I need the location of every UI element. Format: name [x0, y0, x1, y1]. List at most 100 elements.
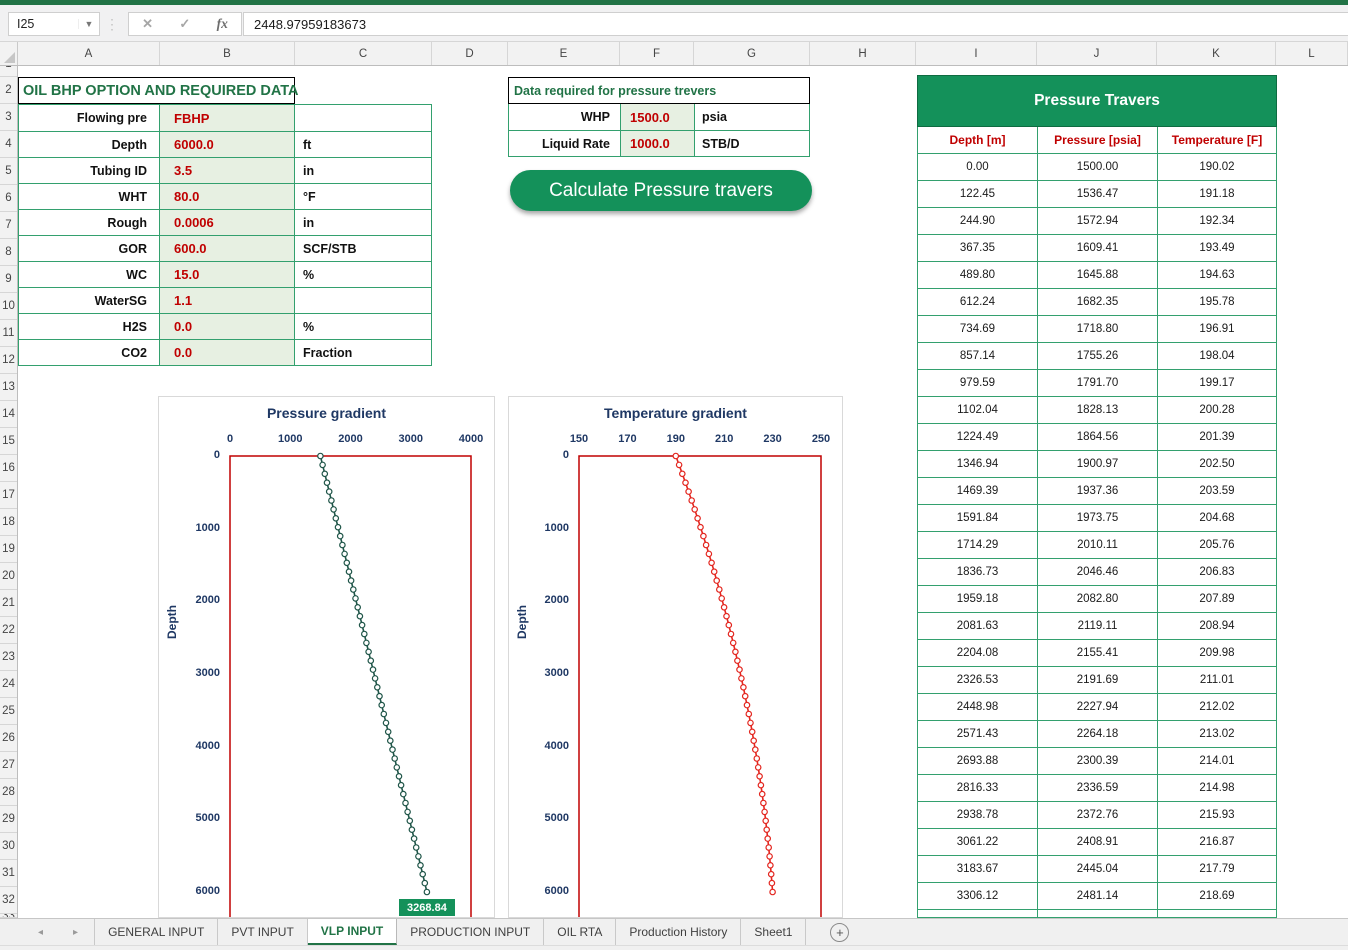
- unit-cell[interactable]: °F: [295, 184, 431, 209]
- column-header-B[interactable]: B: [160, 42, 295, 65]
- table-cell[interactable]: 1469.39: [918, 478, 1038, 504]
- table-cell[interactable]: 192.34: [1158, 208, 1276, 234]
- label-cell[interactable]: WC: [19, 262, 160, 287]
- table-cell[interactable]: 1682.35: [1038, 289, 1158, 315]
- table-cell[interactable]: 196.91: [1158, 316, 1276, 342]
- select-all-button[interactable]: [0, 42, 18, 65]
- table-cell[interactable]: 3183.67: [918, 856, 1038, 882]
- row-header-17[interactable]: 17: [0, 482, 17, 509]
- value-cell[interactable]: 1500.0: [621, 104, 695, 130]
- table-cell[interactable]: 194.63: [1158, 262, 1276, 288]
- table-cell[interactable]: 2693.88: [918, 748, 1038, 774]
- column-header-H[interactable]: H: [810, 42, 916, 65]
- sheet-tab-vlp-input[interactable]: VLP INPUT: [307, 919, 398, 945]
- unit-cell[interactable]: STB/D: [695, 131, 809, 156]
- tab-scroll-left-icon[interactable]: ◂: [38, 927, 43, 938]
- table-cell[interactable]: 207.89: [1158, 586, 1276, 612]
- unit-cell[interactable]: SCF/STB: [295, 236, 431, 261]
- table-cell[interactable]: 857.14: [918, 343, 1038, 369]
- row-header-23[interactable]: 23: [0, 644, 17, 671]
- table-cell[interactable]: 1900.97: [1038, 451, 1158, 477]
- table-cell[interactable]: 2326.53: [918, 667, 1038, 693]
- table-cell[interactable]: 217.79: [1158, 856, 1276, 882]
- table-cell[interactable]: 2046.46: [1038, 559, 1158, 585]
- table-cell[interactable]: 1959.18: [918, 586, 1038, 612]
- table-cell[interactable]: 2119.11: [1038, 613, 1158, 639]
- unit-cell[interactable]: in: [295, 210, 431, 235]
- row-header-12[interactable]: 12: [0, 347, 17, 374]
- unit-cell[interactable]: in: [295, 158, 431, 183]
- table-cell[interactable]: 2191.69: [1038, 667, 1158, 693]
- table-cell[interactable]: 1224.49: [918, 424, 1038, 450]
- table-cell[interactable]: 1645.88: [1038, 262, 1158, 288]
- table-cell[interactable]: 2448.98: [918, 694, 1038, 720]
- value-cell[interactable]: FBHP: [160, 105, 295, 131]
- row-header-26[interactable]: 26: [0, 725, 17, 752]
- value-cell[interactable]: 3.5: [160, 158, 295, 183]
- table-cell[interactable]: 216.87: [1158, 829, 1276, 855]
- row-header-7[interactable]: 7: [0, 212, 17, 239]
- label-cell[interactable]: H2S: [19, 314, 160, 339]
- table-cell[interactable]: 195.78: [1158, 289, 1276, 315]
- table-cell[interactable]: 204.68: [1158, 505, 1276, 531]
- table-cell[interactable]: 0.00: [918, 154, 1038, 180]
- table-cell[interactable]: 2010.11: [1038, 532, 1158, 558]
- new-sheet-button[interactable]: +: [830, 922, 850, 942]
- value-cell[interactable]: 0.0006: [160, 210, 295, 235]
- row-header-1[interactable]: 1: [0, 66, 17, 77]
- column-header-L[interactable]: L: [1276, 42, 1348, 65]
- table-cell[interactable]: 2204.08: [918, 640, 1038, 666]
- table-cell[interactable]: 122.45: [918, 181, 1038, 207]
- table-cell[interactable]: 2336.59: [1038, 775, 1158, 801]
- unit-cell[interactable]: psia: [695, 104, 809, 130]
- row-header-3[interactable]: 3: [0, 104, 17, 131]
- tab-scroll-right-icon[interactable]: ▸: [73, 927, 78, 938]
- temperature-gradient-chart[interactable]: Temperature gradient 150 170 190 210 230 250 0 1…: [508, 396, 843, 918]
- value-cell[interactable]: 1000.0: [621, 131, 695, 156]
- column-header-K[interactable]: K: [1157, 42, 1276, 65]
- table-cell[interactable]: 218.69: [1158, 883, 1276, 909]
- table-cell[interactable]: 1864.56: [1038, 424, 1158, 450]
- row-header-21[interactable]: 21: [0, 590, 17, 617]
- table-cell[interactable]: 198.04: [1158, 343, 1276, 369]
- row-header-32[interactable]: 32: [0, 887, 17, 914]
- table-cell[interactable]: 489.80: [918, 262, 1038, 288]
- row-header-20[interactable]: 20: [0, 563, 17, 590]
- table-cell[interactable]: 1718.80: [1038, 316, 1158, 342]
- value-cell[interactable]: 600.0: [160, 236, 295, 261]
- value-cell[interactable]: 0.0: [160, 340, 295, 365]
- column-header-D[interactable]: D: [432, 42, 508, 65]
- row-header-19[interactable]: 19: [0, 536, 17, 563]
- table-cell[interactable]: 2082.80: [1038, 586, 1158, 612]
- table-cell[interactable]: 1536.47: [1038, 181, 1158, 207]
- row-header-30[interactable]: 30: [0, 833, 17, 860]
- sheet-tab-production-input[interactable]: PRODUCTION INPUT: [397, 919, 545, 945]
- label-cell[interactable]: CO2: [19, 340, 160, 365]
- table-cell[interactable]: 2571.43: [918, 721, 1038, 747]
- row-header-2[interactable]: 2: [0, 77, 17, 104]
- table-cell[interactable]: 202.50: [1158, 451, 1276, 477]
- table-cell[interactable]: 212.02: [1158, 694, 1276, 720]
- row-header-13[interactable]: 13: [0, 374, 17, 401]
- unit-cell[interactable]: Fraction: [295, 340, 431, 365]
- value-cell[interactable]: 1.1: [160, 288, 295, 313]
- unit-cell[interactable]: %: [295, 314, 431, 339]
- table-cell[interactable]: 203.59: [1158, 478, 1276, 504]
- table-cell[interactable]: 2481.14: [1038, 883, 1158, 909]
- sheet-tab-production-history[interactable]: Production History: [616, 919, 742, 945]
- sheet-canvas[interactable]: OIL BHP OPTION AND REQUIRED DATA Flowing…: [18, 66, 1348, 918]
- name-box[interactable]: I25 ▼: [8, 12, 100, 36]
- table-cell[interactable]: 215.93: [1158, 802, 1276, 828]
- row-header-31[interactable]: 31: [0, 860, 17, 887]
- label-cell[interactable]: Flowing pre: [19, 105, 160, 131]
- value-cell[interactable]: 0.0: [160, 314, 295, 339]
- row-header-22[interactable]: 22: [0, 617, 17, 644]
- value-cell[interactable]: 80.0: [160, 184, 295, 209]
- row-header-4[interactable]: 4: [0, 131, 17, 158]
- column-header-F[interactable]: F: [620, 42, 694, 65]
- table-cell[interactable]: 612.24: [918, 289, 1038, 315]
- table-cell[interactable]: 214.98: [1158, 775, 1276, 801]
- table-cell[interactable]: 244.90: [918, 208, 1038, 234]
- label-cell[interactable]: Liquid Rate: [509, 131, 621, 156]
- column-header-G[interactable]: G: [694, 42, 810, 65]
